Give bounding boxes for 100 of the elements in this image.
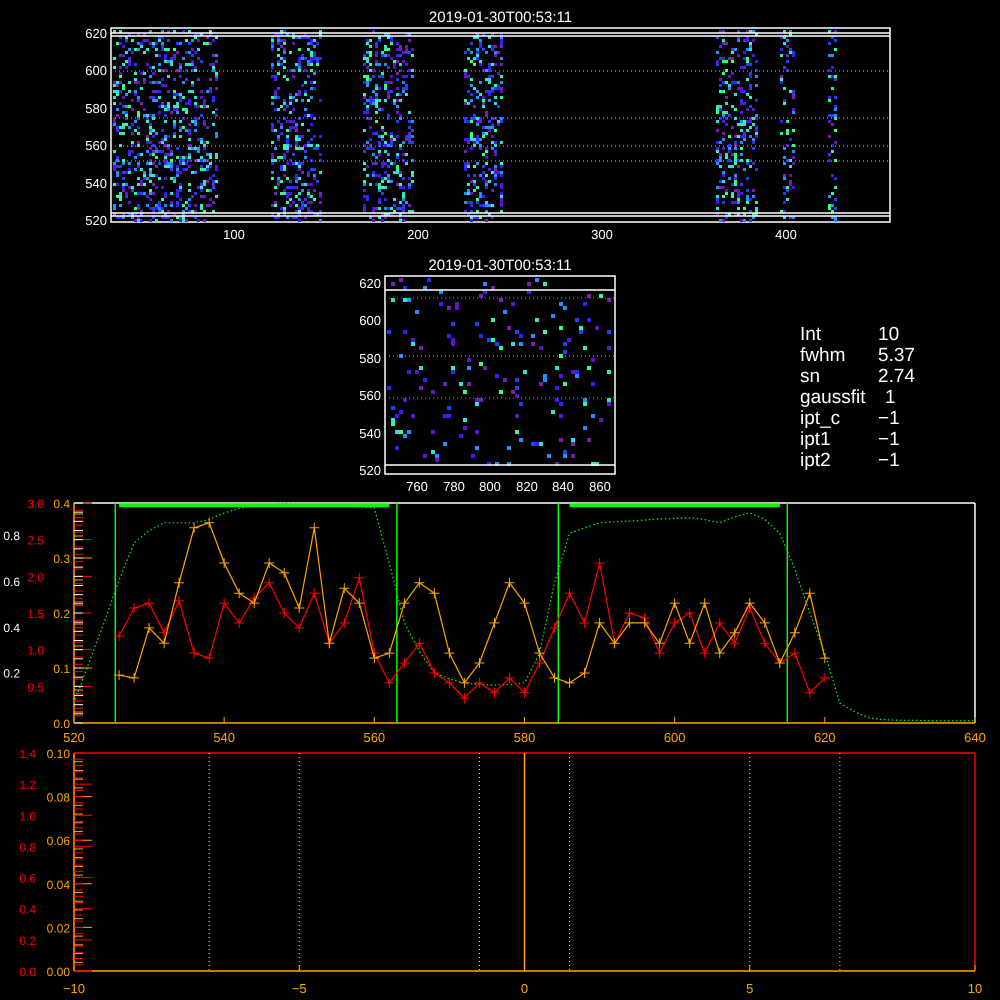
axis-tick-label: 580 bbox=[85, 101, 107, 116]
axis-tick-label: 620 bbox=[359, 276, 381, 291]
axis-tick-label: 0.5 bbox=[27, 680, 44, 694]
point bbox=[128, 602, 140, 614]
axis-tick-label: 200 bbox=[407, 227, 429, 242]
axis-tick-label: 400 bbox=[775, 227, 797, 242]
point bbox=[354, 572, 365, 584]
point bbox=[669, 598, 680, 609]
point bbox=[488, 617, 500, 628]
stat-label: ipt1 bbox=[800, 429, 831, 450]
point bbox=[684, 638, 696, 649]
point bbox=[714, 648, 726, 659]
point bbox=[278, 567, 290, 578]
point bbox=[564, 588, 576, 599]
stat-value: 10 bbox=[878, 324, 900, 345]
point bbox=[759, 638, 770, 649]
point bbox=[519, 598, 530, 609]
point bbox=[308, 588, 320, 599]
axis-tick-label: 540 bbox=[359, 426, 381, 441]
point bbox=[519, 687, 530, 698]
point bbox=[204, 652, 215, 664]
axis-tick-label: 520 bbox=[359, 463, 381, 478]
axis-tick-label: 560 bbox=[359, 388, 381, 403]
point bbox=[128, 672, 140, 684]
point bbox=[594, 617, 606, 628]
axis-tick-label: 10 bbox=[968, 981, 982, 996]
axis-tick-label: 760 bbox=[406, 479, 428, 494]
point bbox=[488, 687, 500, 698]
point bbox=[549, 672, 560, 684]
point bbox=[174, 577, 185, 588]
point bbox=[114, 670, 125, 681]
point bbox=[428, 667, 440, 678]
axis-tick-label: 540 bbox=[213, 730, 236, 745]
point bbox=[234, 617, 245, 628]
axis-tick-label: 0 bbox=[520, 981, 528, 996]
axis-tick-label: 0.4 bbox=[53, 497, 70, 511]
point bbox=[804, 588, 816, 599]
point bbox=[398, 658, 410, 669]
point bbox=[474, 677, 485, 688]
point bbox=[579, 667, 590, 678]
point bbox=[594, 557, 606, 568]
point bbox=[744, 598, 756, 609]
point bbox=[248, 598, 260, 609]
axis-tick-label: 0.6 bbox=[3, 574, 20, 589]
stat-label: ipt_c bbox=[800, 408, 840, 429]
axis-tick-label: 2.0 bbox=[27, 570, 44, 584]
point bbox=[729, 627, 740, 638]
point bbox=[714, 617, 726, 628]
point bbox=[699, 598, 710, 609]
axis-tick-label: 1.5 bbox=[27, 607, 44, 621]
point bbox=[458, 692, 470, 704]
point bbox=[218, 557, 230, 568]
point bbox=[504, 577, 515, 588]
axis-tick-label: 560 bbox=[85, 138, 107, 153]
point bbox=[819, 652, 830, 664]
point bbox=[534, 658, 546, 669]
point bbox=[264, 577, 275, 588]
point bbox=[669, 617, 680, 628]
point bbox=[234, 588, 245, 599]
plot-title: 2019-01-30T00:53:11 bbox=[428, 9, 572, 26]
stat-label: sn bbox=[800, 366, 820, 387]
point bbox=[564, 677, 576, 688]
axis-tick-label: 540 bbox=[85, 176, 107, 191]
axis-tick-label: 840 bbox=[552, 479, 574, 494]
point bbox=[639, 617, 650, 628]
axis-tick-label: 0.3 bbox=[53, 552, 70, 566]
point bbox=[144, 598, 155, 609]
axis-tick-label: 0.8 bbox=[3, 529, 20, 544]
point bbox=[264, 557, 275, 568]
point bbox=[368, 652, 380, 664]
point bbox=[204, 517, 215, 528]
axis-tick-label: 0.4 bbox=[19, 902, 36, 917]
axis-tick-label: 520 bbox=[85, 213, 107, 228]
axis-tick-label: 800 bbox=[479, 479, 501, 494]
stat-value: 1 bbox=[885, 387, 896, 408]
axis-tick-label: 580 bbox=[514, 730, 536, 745]
axis-tick-label: 580 bbox=[359, 351, 381, 366]
axis-tick-label: 0.0 bbox=[19, 965, 36, 979]
point bbox=[414, 638, 425, 649]
axis-tick-label: 0.1 bbox=[53, 662, 70, 676]
stat-label: Int bbox=[800, 324, 822, 345]
stat-label: fwhm bbox=[800, 345, 846, 366]
point bbox=[624, 608, 636, 618]
axis-tick-label: 0.02 bbox=[46, 921, 70, 936]
axis-tick-label: 5 bbox=[746, 981, 754, 996]
axis-tick-label: 820 bbox=[516, 479, 538, 494]
axis-tick-label: 620 bbox=[814, 730, 836, 745]
axis-tick-label: 1.0 bbox=[19, 809, 36, 824]
point bbox=[384, 648, 395, 659]
axis-tick-label: 100 bbox=[223, 227, 245, 242]
axis-tick-label: 520 bbox=[63, 730, 85, 745]
point bbox=[158, 627, 170, 638]
axis-tick-label: 0.08 bbox=[46, 790, 70, 805]
point bbox=[354, 598, 365, 609]
point bbox=[759, 617, 770, 628]
axis-tick-label: 620 bbox=[85, 26, 107, 41]
point bbox=[338, 582, 350, 594]
axis-tick-label: 600 bbox=[359, 313, 381, 328]
point bbox=[384, 677, 395, 688]
point bbox=[144, 622, 155, 634]
